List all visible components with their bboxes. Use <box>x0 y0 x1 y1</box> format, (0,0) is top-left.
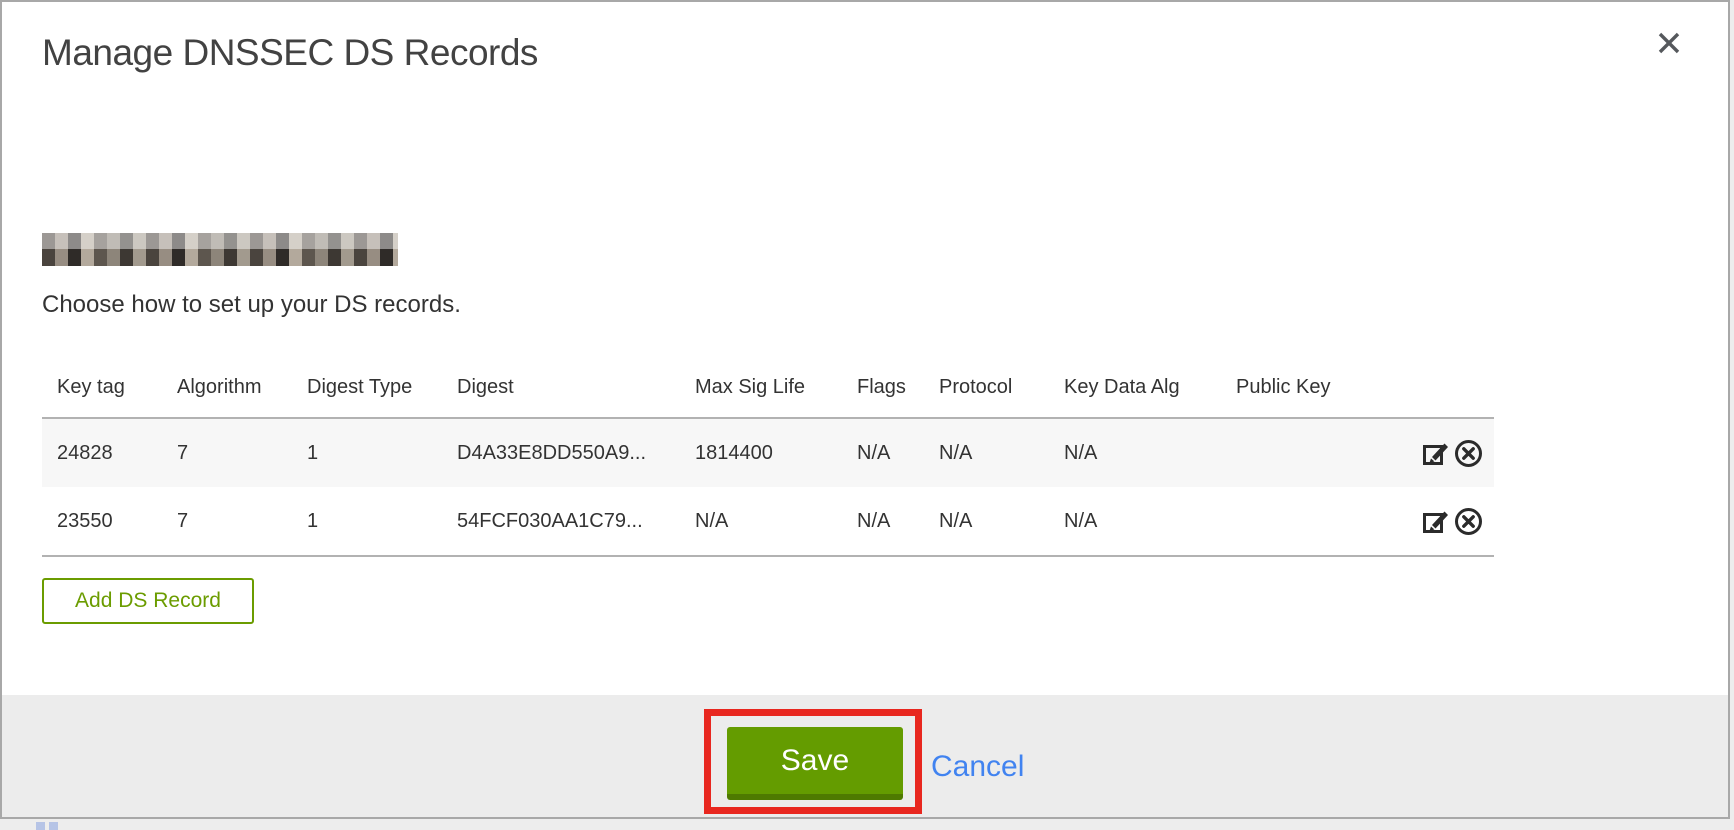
add-ds-record-button[interactable]: Add DS Record <box>42 578 254 624</box>
close-button[interactable] <box>1652 28 1686 62</box>
cell-digest-type: 1 <box>292 418 442 487</box>
cell-algorithm: 7 <box>162 418 292 487</box>
background-content-peek <box>49 822 58 830</box>
edit-record-button[interactable] <box>1420 438 1451 469</box>
cell-key-data-alg: N/A <box>1049 487 1221 556</box>
table-row: 24828 7 1 D4A33E8DD550A9... 1814400 N/A … <box>42 418 1494 487</box>
cell-flags: N/A <box>842 487 924 556</box>
page-title: Manage DNSSEC DS Records <box>42 32 538 74</box>
cell-max-sig-life: 1814400 <box>680 418 842 487</box>
cell-digest-type: 1 <box>292 487 442 556</box>
cell-actions <box>1381 418 1494 487</box>
cell-algorithm: 7 <box>162 487 292 556</box>
cell-digest: 54FCF030AA1C79... <box>442 487 680 556</box>
edit-icon <box>1420 506 1451 537</box>
header-key-tag: Key tag <box>42 362 162 418</box>
ds-records-table: Key tag Algorithm Digest Type Digest Max… <box>42 362 1494 557</box>
cell-public-key <box>1221 487 1381 556</box>
delete-icon <box>1453 506 1484 537</box>
header-digest-type: Digest Type <box>292 362 442 418</box>
manage-dnssec-modal: Manage DNSSEC DS Records Choose how to s… <box>0 0 1730 819</box>
edit-record-button[interactable] <box>1420 506 1451 537</box>
header-protocol: Protocol <box>924 362 1049 418</box>
header-algorithm: Algorithm <box>162 362 292 418</box>
cell-key-tag: 24828 <box>42 418 162 487</box>
header-actions <box>1381 362 1494 418</box>
cancel-link[interactable]: Cancel <box>931 750 1024 784</box>
delete-record-button[interactable] <box>1453 438 1484 469</box>
cell-protocol: N/A <box>924 487 1049 556</box>
table-row: 23550 7 1 54FCF030AA1C79... N/A N/A N/A … <box>42 487 1494 556</box>
header-key-data-alg: Key Data Alg <box>1049 362 1221 418</box>
edit-icon <box>1420 438 1451 469</box>
cell-flags: N/A <box>842 418 924 487</box>
cell-actions <box>1381 487 1494 556</box>
cell-digest: D4A33E8DD550A9... <box>442 418 680 487</box>
table-header-row: Key tag Algorithm Digest Type Digest Max… <box>42 362 1494 418</box>
setup-instructions: Choose how to set up your DS records. <box>42 291 461 319</box>
delete-icon <box>1453 438 1484 469</box>
header-flags: Flags <box>842 362 924 418</box>
cell-key-tag: 23550 <box>42 487 162 556</box>
cell-key-data-alg: N/A <box>1049 418 1221 487</box>
delete-record-button[interactable] <box>1453 506 1484 537</box>
domain-redacted <box>42 233 398 266</box>
save-button[interactable]: Save <box>727 727 903 800</box>
cell-protocol: N/A <box>924 418 1049 487</box>
cell-max-sig-life: N/A <box>680 487 842 556</box>
close-icon <box>1656 30 1682 61</box>
cell-public-key <box>1221 418 1381 487</box>
header-max-sig-life: Max Sig Life <box>680 362 842 418</box>
background-content-peek <box>36 822 45 830</box>
header-digest: Digest <box>442 362 680 418</box>
header-public-key: Public Key <box>1221 362 1381 418</box>
